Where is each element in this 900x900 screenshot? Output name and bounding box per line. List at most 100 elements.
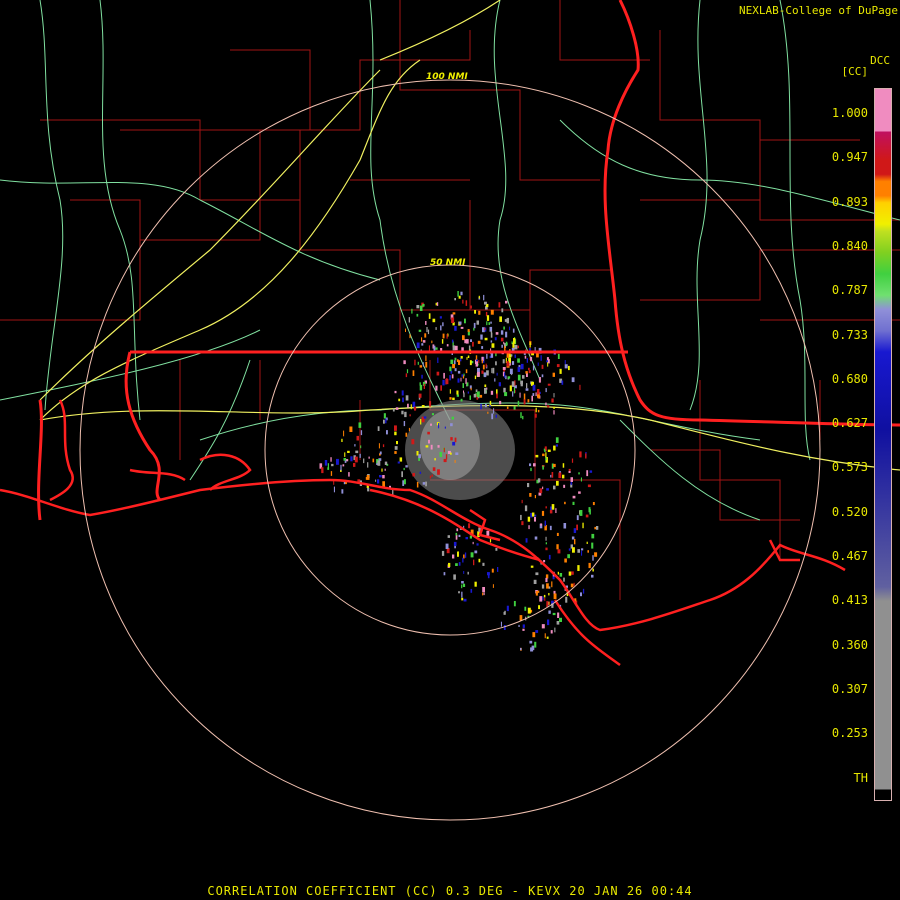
radar-echo xyxy=(501,344,503,348)
radar-echo xyxy=(490,331,492,333)
radar-echo xyxy=(480,403,482,410)
radar-echo xyxy=(446,334,448,339)
radar-echo xyxy=(495,332,499,335)
radar-echo xyxy=(568,365,570,371)
radar-echo xyxy=(422,482,426,485)
radar-echo xyxy=(541,510,545,516)
radar-echo xyxy=(541,374,544,378)
radar-echo xyxy=(460,326,464,329)
radar-echo xyxy=(379,451,382,455)
radar-echo xyxy=(453,541,457,546)
radar-echo xyxy=(524,505,528,512)
radar-echo xyxy=(520,363,524,370)
radar-echo xyxy=(437,469,440,475)
radar-echo xyxy=(500,621,502,627)
radar-echo xyxy=(470,588,473,593)
radar-echo xyxy=(398,398,401,402)
radar-echo xyxy=(509,385,512,392)
radar-echo xyxy=(418,329,422,332)
radar-echo xyxy=(340,464,342,471)
radar-echo xyxy=(555,437,559,443)
radar-echo xyxy=(517,345,519,349)
radar-echo xyxy=(586,541,588,544)
radar-echo xyxy=(503,341,505,345)
radar-echo xyxy=(382,444,385,448)
radar-echo xyxy=(383,413,386,419)
radar-echo xyxy=(440,385,442,391)
radar-echo xyxy=(545,547,548,551)
radar-echo xyxy=(419,305,423,311)
radar-echo xyxy=(462,299,464,304)
radar-echo xyxy=(442,322,444,327)
radar-echo xyxy=(521,499,523,504)
radar-echo xyxy=(537,409,540,413)
legend-unit: [CC] xyxy=(841,65,869,78)
radar-echo xyxy=(422,362,424,367)
radar-echo xyxy=(377,426,380,431)
radar-echo xyxy=(579,510,583,516)
radar-echo xyxy=(534,517,536,522)
radar-echo xyxy=(403,360,406,365)
radar-echo xyxy=(378,443,380,449)
radar-echo xyxy=(425,361,428,368)
radar-echo xyxy=(399,457,403,462)
radar-echo xyxy=(441,339,444,344)
legend-tick: 0.520 xyxy=(831,504,868,519)
radar-echo xyxy=(498,302,501,308)
radar-echo xyxy=(410,404,412,410)
radar-echo xyxy=(358,422,362,428)
radar-echo xyxy=(567,554,570,559)
radar-echo xyxy=(528,525,530,530)
radar-echo xyxy=(452,312,456,315)
radar-echo xyxy=(545,577,548,583)
radar-echo xyxy=(384,468,386,471)
radar-echo xyxy=(419,365,422,368)
radar-echo xyxy=(481,370,484,374)
radar-echo xyxy=(463,525,465,528)
radar-echo xyxy=(529,342,531,348)
radar-echo xyxy=(490,309,494,315)
radar-echo xyxy=(505,300,508,304)
radar-echo xyxy=(586,470,589,477)
radar-echo xyxy=(360,445,362,449)
radar-echo xyxy=(442,379,445,386)
radar-echo xyxy=(512,391,514,397)
radar-echo xyxy=(439,316,442,319)
legend-tick: TH xyxy=(853,770,868,785)
radar-echo xyxy=(464,552,467,558)
radar-echo xyxy=(465,369,468,374)
radar-echo xyxy=(454,437,457,443)
radar-echo xyxy=(457,552,459,557)
radar-echo xyxy=(462,557,464,563)
radar-echo xyxy=(423,383,425,389)
radar-echo xyxy=(476,320,479,325)
radar-echo xyxy=(529,348,531,351)
radar-echo xyxy=(474,550,478,554)
radar-echo xyxy=(405,328,406,332)
radar-echo xyxy=(559,368,562,374)
radar-echo xyxy=(469,395,471,400)
radar-echo xyxy=(510,354,513,357)
radar-echo xyxy=(451,317,455,323)
radar-echo xyxy=(500,337,504,342)
radar-echo xyxy=(483,592,485,596)
radar-echo xyxy=(321,467,324,474)
radar-echo xyxy=(574,539,576,545)
radar-echo xyxy=(482,364,485,370)
radar-echo xyxy=(383,419,385,424)
radar-echo xyxy=(527,516,531,522)
radar-echo xyxy=(359,453,361,458)
radar-echo xyxy=(449,389,451,394)
radar-echo xyxy=(540,355,542,361)
radar-echo xyxy=(343,458,347,461)
radar-echo xyxy=(477,340,481,344)
radar-echo xyxy=(405,465,408,468)
radar-echo xyxy=(545,388,547,393)
radar-echo xyxy=(475,355,478,360)
radar-echo xyxy=(534,495,536,499)
radar-echo xyxy=(478,558,481,563)
radar-echo xyxy=(579,451,582,458)
radar-echo xyxy=(514,354,516,358)
radar-echo xyxy=(455,534,458,540)
legend-tick: 0.840 xyxy=(831,238,868,253)
